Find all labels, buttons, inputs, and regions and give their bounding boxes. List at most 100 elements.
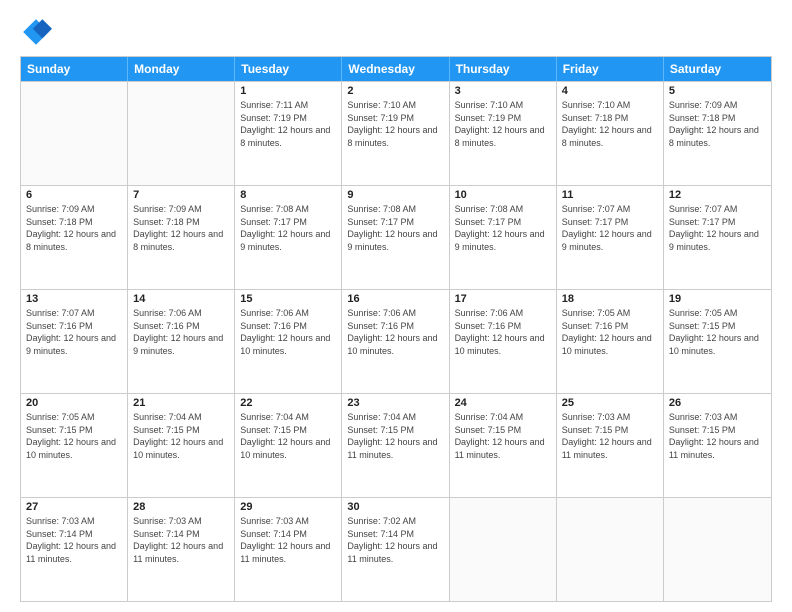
cell-info: Sunrise: 7:04 AM Sunset: 7:15 PM Dayligh… <box>347 411 443 461</box>
cell-info: Sunrise: 7:10 AM Sunset: 7:19 PM Dayligh… <box>347 99 443 149</box>
day-number: 16 <box>347 293 443 305</box>
day-cell-12: 12 Sunrise: 7:07 AM Sunset: 7:17 PM Dayli… <box>664 186 771 289</box>
calendar-row-5: 27 Sunrise: 7:03 AM Sunset: 7:14 PM Dayli… <box>21 497 771 601</box>
day-number: 13 <box>26 293 122 305</box>
day-cell-9: 9 Sunrise: 7:08 AM Sunset: 7:17 PM Daylig… <box>342 186 449 289</box>
day-number: 30 <box>347 501 443 513</box>
page: SundayMondayTuesdayWednesdayThursdayFrid… <box>0 0 792 612</box>
day-number: 27 <box>26 501 122 513</box>
cell-info: Sunrise: 7:04 AM Sunset: 7:15 PM Dayligh… <box>240 411 336 461</box>
day-cell-27: 27 Sunrise: 7:03 AM Sunset: 7:14 PM Dayli… <box>21 498 128 601</box>
calendar: SundayMondayTuesdayWednesdayThursdayFrid… <box>20 56 772 602</box>
day-number: 17 <box>455 293 551 305</box>
cell-info: Sunrise: 7:04 AM Sunset: 7:15 PM Dayligh… <box>455 411 551 461</box>
calendar-header: SundayMondayTuesdayWednesdayThursdayFrid… <box>21 57 771 81</box>
header-day-sunday: Sunday <box>21 57 128 81</box>
day-number: 8 <box>240 189 336 201</box>
calendar-row-3: 13 Sunrise: 7:07 AM Sunset: 7:16 PM Dayli… <box>21 289 771 393</box>
day-cell-28: 28Sunrise: 7:03 AM Sunset: 7:14 PM Dayli… <box>128 498 235 601</box>
calendar-row-2: 6Sunrise: 7:09 AM Sunset: 7:18 PM Daylig… <box>21 185 771 289</box>
day-number: 23 <box>347 397 443 409</box>
day-number: 24 <box>455 397 551 409</box>
cell-info: Sunrise: 7:10 AM Sunset: 7:18 PM Dayligh… <box>562 99 658 149</box>
day-cell-18: 18 Sunrise: 7:05 AM Sunset: 7:16 PM Dayli… <box>557 290 664 393</box>
cell-info: Sunrise: 7:05 AM Sunset: 7:16 PM Dayligh… <box>562 307 658 357</box>
calendar-body: 1Sunrise: 7:11 AM Sunset: 7:19 PM Daylig… <box>21 81 771 601</box>
day-number: 4 <box>562 85 658 97</box>
cell-info: Sunrise: 7:06 AM Sunset: 7:16 PM Dayligh… <box>347 307 443 357</box>
day-cell-25: 25 Sunrise: 7:03 AM Sunset: 7:15 PM Dayli… <box>557 394 664 497</box>
cell-info: Sunrise: 7:06 AM Sunset: 7:16 PM Dayligh… <box>240 307 336 357</box>
cell-info: Sunrise: 7:02 AM Sunset: 7:14 PM Dayligh… <box>347 515 443 565</box>
day-number: 5 <box>669 85 766 97</box>
day-cell-30: 30 Sunrise: 7:02 AM Sunset: 7:14 PM Dayli… <box>342 498 449 601</box>
cell-info: Sunrise: 7:05 AM Sunset: 7:15 PM Dayligh… <box>669 307 766 357</box>
cell-info: Sunrise: 7:06 AM Sunset: 7:16 PM Dayligh… <box>133 307 229 357</box>
day-cell-15: 15 Sunrise: 7:06 AM Sunset: 7:16 PM Dayli… <box>235 290 342 393</box>
empty-cell <box>664 498 771 601</box>
day-number: 7 <box>133 189 229 201</box>
day-cell-20: 20 Sunrise: 7:05 AM Sunset: 7:15 PM Dayli… <box>21 394 128 497</box>
cell-info: Sunrise: 7:03 AM Sunset: 7:14 PM Dayligh… <box>26 515 122 565</box>
day-cell-29: 29Sunrise: 7:03 AM Sunset: 7:14 PM Dayli… <box>235 498 342 601</box>
day-cell-6: 6Sunrise: 7:09 AM Sunset: 7:18 PM Daylig… <box>21 186 128 289</box>
empty-cell <box>128 82 235 185</box>
cell-info: Sunrise: 7:07 AM Sunset: 7:16 PM Dayligh… <box>26 307 122 357</box>
calendar-row-4: 20 Sunrise: 7:05 AM Sunset: 7:15 PM Dayli… <box>21 393 771 497</box>
day-number: 21 <box>133 397 229 409</box>
day-cell-13: 13 Sunrise: 7:07 AM Sunset: 7:16 PM Dayli… <box>21 290 128 393</box>
day-number: 3 <box>455 85 551 97</box>
cell-info: Sunrise: 7:08 AM Sunset: 7:17 PM Dayligh… <box>240 203 336 253</box>
cell-info: Sunrise: 7:07 AM Sunset: 7:17 PM Dayligh… <box>669 203 766 253</box>
day-cell-17: 17 Sunrise: 7:06 AM Sunset: 7:16 PM Dayli… <box>450 290 557 393</box>
day-cell-14: 14 Sunrise: 7:06 AM Sunset: 7:16 PM Dayli… <box>128 290 235 393</box>
day-number: 28 <box>133 501 229 513</box>
header-day-saturday: Saturday <box>664 57 771 81</box>
empty-cell <box>557 498 664 601</box>
empty-cell <box>21 82 128 185</box>
day-cell-22: 22 Sunrise: 7:04 AM Sunset: 7:15 PM Dayli… <box>235 394 342 497</box>
cell-info: Sunrise: 7:05 AM Sunset: 7:15 PM Dayligh… <box>26 411 122 461</box>
calendar-row-1: 1Sunrise: 7:11 AM Sunset: 7:19 PM Daylig… <box>21 81 771 185</box>
cell-info: Sunrise: 7:09 AM Sunset: 7:18 PM Dayligh… <box>669 99 766 149</box>
day-number: 15 <box>240 293 336 305</box>
day-cell-2: 2 Sunrise: 7:10 AM Sunset: 7:19 PM Daylig… <box>342 82 449 185</box>
cell-info: Sunrise: 7:03 AM Sunset: 7:15 PM Dayligh… <box>669 411 766 461</box>
day-cell-24: 24 Sunrise: 7:04 AM Sunset: 7:15 PM Dayli… <box>450 394 557 497</box>
header-day-friday: Friday <box>557 57 664 81</box>
cell-info: Sunrise: 7:08 AM Sunset: 7:17 PM Dayligh… <box>347 203 443 253</box>
day-cell-3: 3Sunrise: 7:10 AM Sunset: 7:19 PM Daylig… <box>450 82 557 185</box>
day-number: 20 <box>26 397 122 409</box>
day-number: 14 <box>133 293 229 305</box>
day-cell-5: 5 Sunrise: 7:09 AM Sunset: 7:18 PM Daylig… <box>664 82 771 185</box>
day-cell-7: 7Sunrise: 7:09 AM Sunset: 7:18 PM Daylig… <box>128 186 235 289</box>
day-number: 19 <box>669 293 766 305</box>
cell-info: Sunrise: 7:07 AM Sunset: 7:17 PM Dayligh… <box>562 203 658 253</box>
day-cell-21: 21Sunrise: 7:04 AM Sunset: 7:15 PM Dayli… <box>128 394 235 497</box>
cell-info: Sunrise: 7:06 AM Sunset: 7:16 PM Dayligh… <box>455 307 551 357</box>
day-number: 2 <box>347 85 443 97</box>
header-day-thursday: Thursday <box>450 57 557 81</box>
day-cell-11: 11Sunrise: 7:07 AM Sunset: 7:17 PM Dayli… <box>557 186 664 289</box>
day-number: 9 <box>347 189 443 201</box>
logo-icon <box>20 16 52 48</box>
day-cell-23: 23 Sunrise: 7:04 AM Sunset: 7:15 PM Dayli… <box>342 394 449 497</box>
day-cell-26: 26Sunrise: 7:03 AM Sunset: 7:15 PM Dayli… <box>664 394 771 497</box>
day-number: 22 <box>240 397 336 409</box>
day-number: 10 <box>455 189 551 201</box>
day-cell-8: 8 Sunrise: 7:08 AM Sunset: 7:17 PM Daylig… <box>235 186 342 289</box>
empty-cell <box>450 498 557 601</box>
day-number: 29 <box>240 501 336 513</box>
cell-info: Sunrise: 7:03 AM Sunset: 7:15 PM Dayligh… <box>562 411 658 461</box>
header-day-tuesday: Tuesday <box>235 57 342 81</box>
day-cell-10: 10 Sunrise: 7:08 AM Sunset: 7:17 PM Dayli… <box>450 186 557 289</box>
day-number: 12 <box>669 189 766 201</box>
day-cell-16: 16 Sunrise: 7:06 AM Sunset: 7:16 PM Dayli… <box>342 290 449 393</box>
cell-info: Sunrise: 7:11 AM Sunset: 7:19 PM Dayligh… <box>240 99 336 149</box>
day-number: 25 <box>562 397 658 409</box>
day-number: 18 <box>562 293 658 305</box>
cell-info: Sunrise: 7:08 AM Sunset: 7:17 PM Dayligh… <box>455 203 551 253</box>
header <box>20 16 772 48</box>
cell-info: Sunrise: 7:09 AM Sunset: 7:18 PM Dayligh… <box>26 203 122 253</box>
header-day-wednesday: Wednesday <box>342 57 449 81</box>
